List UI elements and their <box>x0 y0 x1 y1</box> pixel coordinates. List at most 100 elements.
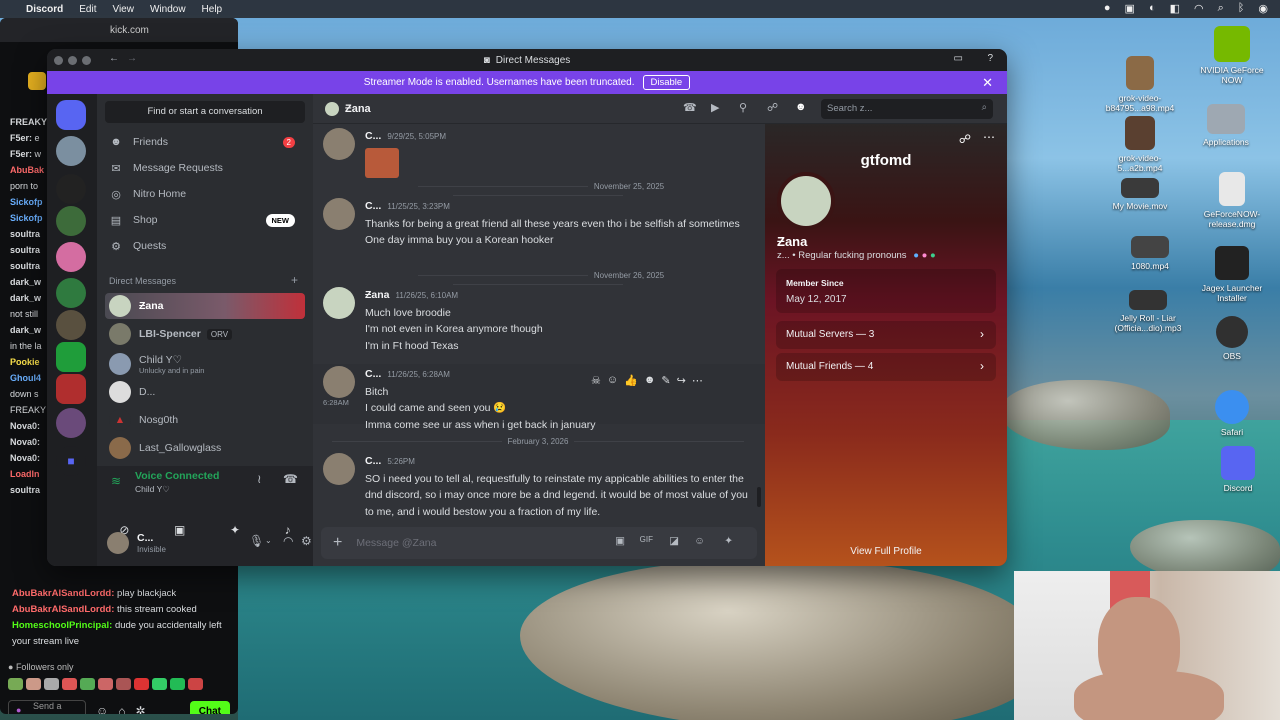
scrollbar[interactable] <box>757 487 761 507</box>
kick-send-input[interactable]: ● Send a message <box>8 700 86 714</box>
forward-arrow-icon[interactable]: → <box>127 53 137 64</box>
badge-icon[interactable]: ● <box>922 250 928 261</box>
mutual-friends-row[interactable]: Mutual Friends — 4 › <box>776 353 996 381</box>
emote-icon[interactable] <box>188 678 203 690</box>
dm-item-nosgoth[interactable]: ▲ Nosg0th <box>105 407 305 433</box>
kick-tab-title[interactable]: kick.com <box>110 25 149 36</box>
noise-suppression-icon[interactable]: ≀ <box>257 472 262 486</box>
username[interactable]: C... <box>137 532 153 544</box>
emote-icon[interactable] <box>44 678 59 690</box>
thumbs-up-reaction-icon[interactable]: 👍 <box>624 374 638 387</box>
video-call-icon[interactable]: ▶ <box>711 101 719 114</box>
gift-icon[interactable]: ▣ <box>615 535 625 547</box>
create-dm-icon[interactable]: + <box>291 273 298 287</box>
menu-window[interactable]: Window <box>150 4 186 15</box>
headphones-icon[interactable]: ◠ <box>283 534 293 548</box>
signal-icon[interactable]: ≋ <box>111 474 121 488</box>
avatar[interactable] <box>323 198 355 230</box>
home-dm-icon[interactable] <box>56 100 86 130</box>
emote-icon[interactable] <box>134 678 149 690</box>
voice-channel[interactable]: Child Y♡ <box>135 484 170 495</box>
message-author[interactable]: C... <box>365 130 381 142</box>
profile-avatar[interactable] <box>777 172 835 230</box>
emote-icon[interactable] <box>62 678 77 690</box>
emote-icon[interactable] <box>8 678 23 690</box>
add-reaction-icon[interactable]: ☻ <box>644 374 656 387</box>
nav-quests[interactable]: ⚙ Quests <box>109 235 305 257</box>
desktop-icon-nvidia[interactable]: NVIDIA GeForce NOW <box>1190 26 1274 85</box>
attach-plus-icon[interactable]: + <box>333 534 342 552</box>
search-icon[interactable]: ⌕ <box>1218 2 1224 15</box>
message-author[interactable]: Ƶana <box>365 289 390 301</box>
emote-icon[interactable] <box>80 678 95 690</box>
server-icon[interactable] <box>56 242 86 272</box>
mutual-servers-row[interactable]: Mutual Servers — 3 › <box>776 321 996 349</box>
screen-share-icon[interactable]: ▣ <box>1125 2 1135 15</box>
desktop-icon-movie[interactable]: My Movie.mov <box>1098 178 1182 211</box>
record-icon[interactable]: ● <box>1104 2 1111 15</box>
apps-icon[interactable]: ✦ <box>724 535 733 547</box>
server-icon[interactable] <box>56 174 86 204</box>
settings-gear-icon[interactable]: ⚙ <box>301 534 312 548</box>
find-conversation-button[interactable]: Find or start a conversation <box>105 101 305 123</box>
server-icon[interactable] <box>56 342 86 372</box>
desktop-icon-video-2[interactable]: grok-video-5...a2b.mp4 <box>1098 116 1182 173</box>
bluetooth-icon[interactable]: ᛒ <box>1238 2 1245 15</box>
server-icon[interactable] <box>56 136 86 166</box>
chevron-down-icon[interactable]: ⌄ <box>265 536 272 545</box>
message-author[interactable]: C... <box>365 455 381 467</box>
menu-edit[interactable]: Edit <box>79 4 96 15</box>
search-input[interactable]: Search z... ⌕ <box>821 99 993 119</box>
forward-icon[interactable]: ↪ <box>677 374 686 387</box>
desktop-icon-jagex[interactable]: Jagex Launcher Installer <box>1190 246 1274 303</box>
emote-icon[interactable] <box>152 678 167 690</box>
desktop-icon-video[interactable]: grok-video-b84795...a98.mp4 <box>1098 56 1182 113</box>
sticker-icon[interactable]: ◪ <box>669 535 679 547</box>
avatar[interactable] <box>323 128 355 160</box>
avatar[interactable] <box>107 532 129 554</box>
emoji-icon[interactable]: ☺ <box>694 535 705 547</box>
desktop-icon-discord[interactable]: Discord <box>1196 446 1280 493</box>
profile-more-icon[interactable]: ⋯ <box>983 130 995 144</box>
nav-nitro-home[interactable]: ◎ Nitro Home <box>109 183 305 205</box>
badge-icon[interactable]: ● <box>930 250 936 261</box>
close-window-button[interactable] <box>54 56 63 65</box>
close-banner-icon[interactable]: ✕ <box>982 75 993 91</box>
menu-help[interactable]: Help <box>202 4 223 15</box>
emote-icon[interactable] <box>98 678 113 690</box>
dm-item-lbi-spencer[interactable]: LBI-Spencer ORV <box>105 321 305 347</box>
emote-icon[interactable] <box>116 678 131 690</box>
wifi-icon[interactable]: ◠ <box>1194 2 1204 15</box>
siri-icon[interactable]: ◉ <box>1258 2 1268 15</box>
voice-status[interactable]: Voice Connected <box>135 470 219 482</box>
control-center-icon[interactable]: ◧ <box>1170 2 1180 15</box>
profile-toggle-icon[interactable]: ☻ <box>795 101 807 113</box>
server-icon[interactable] <box>56 374 86 404</box>
desktop-icon-safari[interactable]: Safari <box>1190 390 1274 437</box>
voice-call-icon[interactable]: ☎ <box>683 101 697 114</box>
laugh-reaction-icon[interactable]: ☺ <box>607 374 618 387</box>
add-friend-icon[interactable]: ☍ <box>767 101 778 114</box>
disable-streamer-mode-button[interactable]: Disable <box>642 75 691 90</box>
badge-icon[interactable]: ● <box>913 250 919 261</box>
server-icon[interactable] <box>56 408 86 438</box>
server-icon[interactable] <box>56 310 86 340</box>
desktop-icon-obs[interactable]: OBS <box>1190 316 1274 361</box>
disconnect-icon[interactable]: ☎ <box>283 472 298 486</box>
image-attachment[interactable] <box>365 147 399 178</box>
chat-button[interactable]: Chat <box>189 700 230 714</box>
view-full-profile-button[interactable]: View Full Profile <box>765 546 1007 557</box>
dm-item-d[interactable]: D... <box>105 379 305 405</box>
mic-icon[interactable]: ● <box>16 705 21 714</box>
pin-icon[interactable]: ⚲ <box>739 101 747 114</box>
message-author[interactable]: C... <box>365 200 381 212</box>
edit-icon[interactable]: ✎ <box>661 374 670 387</box>
avatar[interactable] <box>323 453 355 485</box>
dm-item-child-y[interactable]: Child Y♡ Unlucky and in pain <box>105 349 305 379</box>
dm-item-zana[interactable]: Ƶana <box>105 293 305 319</box>
avatar[interactable] <box>323 366 355 398</box>
menu-app-discord[interactable]: Discord <box>26 4 63 15</box>
message-input[interactable]: + Message @Zana ▣ GIF ◪ ☺ ✦ <box>321 527 757 559</box>
activities-icon[interactable]: ✦ <box>230 523 240 537</box>
more-options-icon[interactable]: ⋯ <box>692 374 703 387</box>
